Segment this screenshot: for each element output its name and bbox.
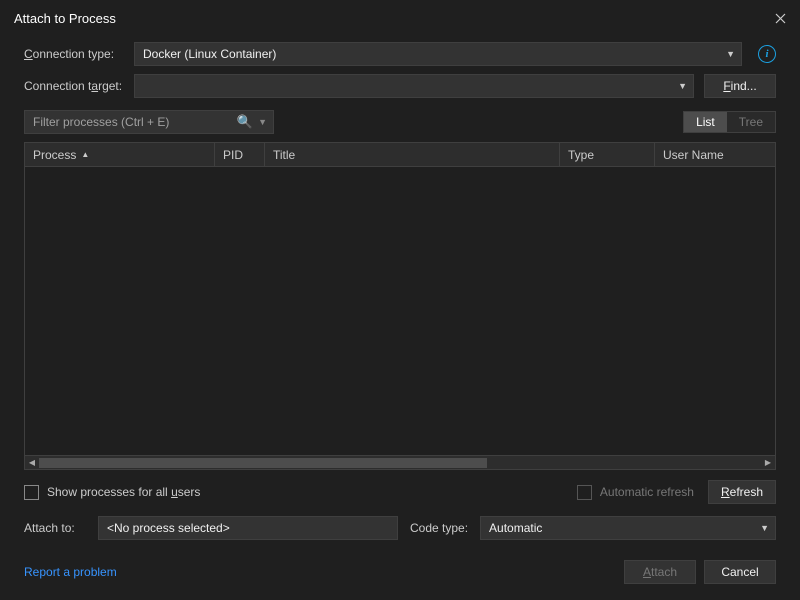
show-all-users-label: Show processes for all users bbox=[47, 485, 200, 499]
automatic-refresh-checkbox: Automatic refresh bbox=[577, 485, 694, 500]
chevron-down-icon: ▼ bbox=[678, 81, 687, 91]
close-icon[interactable] bbox=[770, 8, 790, 28]
scroll-thumb[interactable] bbox=[39, 458, 487, 468]
window-title: Attach to Process bbox=[14, 11, 116, 26]
filter-input[interactable] bbox=[33, 115, 233, 129]
list-view-button[interactable]: List bbox=[684, 112, 727, 132]
column-user[interactable]: User Name bbox=[655, 143, 775, 166]
connection-target-label: Connection target: bbox=[24, 79, 124, 93]
code-type-label: Code type: bbox=[410, 521, 468, 535]
refresh-button[interactable]: Refresh bbox=[708, 480, 776, 504]
horizontal-scrollbar[interactable]: ◀ ▶ bbox=[25, 455, 775, 469]
automatic-refresh-label: Automatic refresh bbox=[600, 485, 694, 499]
sort-ascending-icon: ▲ bbox=[81, 150, 89, 159]
column-title[interactable]: Title bbox=[265, 143, 560, 166]
scroll-left-icon[interactable]: ◀ bbox=[25, 456, 39, 470]
attach-to-field: <No process selected> bbox=[98, 516, 398, 540]
cancel-button[interactable]: Cancel bbox=[704, 560, 776, 584]
scroll-track[interactable] bbox=[39, 456, 761, 470]
column-process[interactable]: Process ▲ bbox=[25, 143, 215, 166]
code-type-value: Automatic bbox=[489, 521, 542, 535]
table-body bbox=[25, 167, 775, 455]
column-type[interactable]: Type bbox=[560, 143, 655, 166]
report-problem-link[interactable]: Report a problem bbox=[24, 565, 117, 579]
checkbox-icon bbox=[577, 485, 592, 500]
search-icon[interactable]: 🔍 bbox=[237, 114, 253, 130]
attach-to-label: Attach to: bbox=[24, 521, 86, 535]
connection-type-dropdown[interactable]: Docker (Linux Container) ▼ bbox=[134, 42, 742, 66]
show-all-users-checkbox[interactable]: Show processes for all users bbox=[24, 485, 200, 500]
view-toggle: List Tree bbox=[683, 111, 776, 133]
connection-type-value: Docker (Linux Container) bbox=[143, 47, 276, 61]
chevron-down-icon: ▼ bbox=[726, 49, 735, 59]
tree-view-button[interactable]: Tree bbox=[727, 112, 775, 132]
table-header: Process ▲ PID Title Type User Name bbox=[25, 143, 775, 167]
info-icon[interactable]: i bbox=[758, 45, 776, 63]
chevron-down-icon: ▼ bbox=[760, 523, 769, 533]
scroll-right-icon[interactable]: ▶ bbox=[761, 456, 775, 470]
process-table: Process ▲ PID Title Type User Name ◀ ▶ bbox=[24, 142, 776, 470]
code-type-dropdown[interactable]: Automatic ▼ bbox=[480, 516, 776, 540]
filter-input-container: 🔍 ▼ bbox=[24, 110, 274, 134]
column-pid[interactable]: PID bbox=[215, 143, 265, 166]
checkbox-icon bbox=[24, 485, 39, 500]
chevron-down-icon[interactable]: ▼ bbox=[258, 117, 267, 127]
connection-type-label: Connection type: bbox=[24, 47, 124, 61]
find-button[interactable]: Find... bbox=[704, 74, 776, 98]
attach-button: Attach bbox=[624, 560, 696, 584]
connection-target-dropdown[interactable]: ▼ bbox=[134, 74, 694, 98]
